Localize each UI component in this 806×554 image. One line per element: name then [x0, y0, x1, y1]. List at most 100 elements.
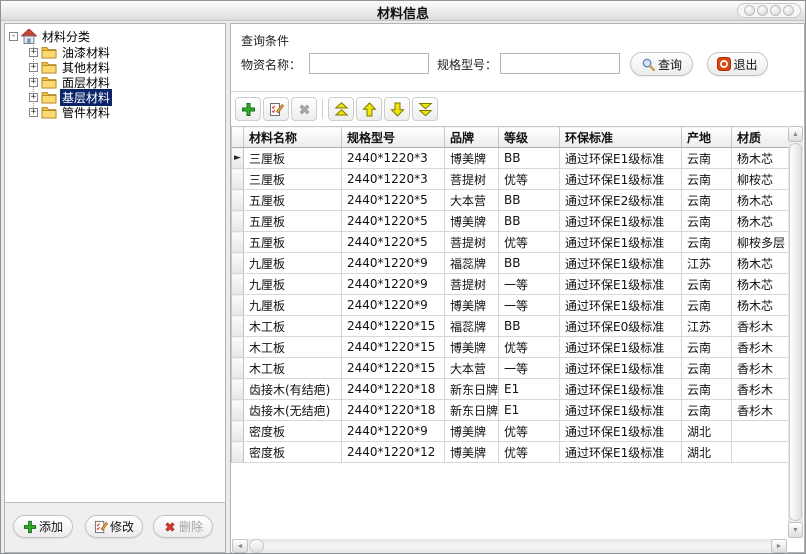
delete-button[interactable]: 删除 — [153, 515, 213, 538]
table-cell: 通过环保E1级标准 — [560, 442, 682, 463]
column-header[interactable]: 环保标准 — [560, 127, 682, 148]
table-cell: BB — [499, 211, 560, 232]
toolbar-last-button[interactable] — [412, 97, 438, 121]
table-row[interactable]: ►三厘板2440*1220*3博美牌BB通过环保E1级标准云南杨木芯 — [232, 148, 792, 169]
table-row[interactable]: 三厘板2440*1220*3菩提树优等通过环保E1级标准云南柳桉芯 — [232, 169, 792, 190]
column-header[interactable]: 材料名称 — [244, 127, 342, 148]
table-cell: 通过环保E1级标准 — [560, 400, 682, 421]
table-cell: 三厘板 — [244, 169, 342, 190]
table-cell: 通过环保E0级标准 — [560, 316, 682, 337]
table-row[interactable]: 九厘板2440*1220*9菩提树一等通过环保E1级标准云南杨木芯 — [232, 274, 792, 295]
scroll-right-button[interactable]: ► — [771, 539, 787, 553]
tree-item[interactable]: +油漆材料 — [29, 45, 223, 60]
column-header[interactable]: 品牌 — [445, 127, 499, 148]
folder-icon — [41, 76, 57, 89]
table-row[interactable]: 齿接木(无结疤)2440*1220*18新东日牌E1通过环保E1级标准云南香杉木 — [232, 400, 792, 421]
table-cell — [732, 442, 792, 463]
toolbar-up-button[interactable] — [356, 97, 382, 121]
column-header[interactable]: 规格型号 — [342, 127, 445, 148]
expand-icon[interactable]: + — [29, 93, 38, 102]
expand-icon[interactable]: + — [29, 63, 38, 72]
table-cell: 博美牌 — [445, 148, 499, 169]
table-cell: 香杉木 — [732, 316, 792, 337]
exit-button-label: 退出 — [733, 56, 757, 73]
expand-icon[interactable]: + — [29, 48, 38, 57]
table-cell: 云南 — [682, 295, 732, 316]
table-cell: 优等 — [499, 421, 560, 442]
tree-item[interactable]: +其他材料 — [29, 60, 223, 75]
selector-column-header — [232, 127, 244, 148]
spec-model-input[interactable] — [500, 53, 620, 74]
materials-table-body: ►三厘板2440*1220*3博美牌BB通过环保E1级标准云南杨木芯三厘板244… — [232, 148, 792, 463]
tree-root-item[interactable]: - 材料分类 — [9, 28, 223, 44]
column-header[interactable]: 材质 — [732, 127, 792, 148]
table-cell: 杨木芯 — [732, 190, 792, 211]
scroll-left-button[interactable]: ◄ — [232, 539, 248, 553]
search-button[interactable]: 查询 — [630, 52, 693, 76]
expand-icon[interactable]: + — [29, 108, 38, 117]
table-row[interactable]: 木工板2440*1220*15福蕊牌BB通过环保E0级标准江苏香杉木 — [232, 316, 792, 337]
toolbar-first-button[interactable] — [328, 97, 354, 121]
pencil-note-icon — [94, 520, 108, 534]
table-cell: BB — [499, 316, 560, 337]
vertical-scrollbar[interactable]: ▲ ▼ — [788, 126, 803, 538]
table-cell: 五厘板 — [244, 232, 342, 253]
window-control-button[interactable] — [783, 5, 794, 16]
window-control-button[interactable] — [744, 5, 755, 16]
left-triangle-icon: ◄ — [237, 543, 244, 550]
table-row[interactable]: 九厘板2440*1220*9福蕊牌BB通过环保E1级标准江苏杨木芯 — [232, 253, 792, 274]
toolbar-delete-button[interactable] — [291, 97, 317, 121]
table-cell: 优等 — [499, 169, 560, 190]
table-row[interactable]: 木工板2440*1220*15大本营一等通过环保E1级标准云南香杉木 — [232, 358, 792, 379]
table-cell: 大本营 — [445, 358, 499, 379]
tree-item[interactable]: +基层材料 — [29, 90, 223, 105]
table-cell: 菩提树 — [445, 169, 499, 190]
table-row[interactable]: 五厘板2440*1220*5博美牌BB通过环保E1级标准云南杨木芯 — [232, 211, 792, 232]
expand-icon[interactable]: + — [29, 78, 38, 87]
table-cell: 大本营 — [445, 190, 499, 211]
window-control-button[interactable] — [757, 5, 768, 16]
toolbar-down-button[interactable] — [384, 97, 410, 121]
table-row[interactable]: 密度板2440*1220*12博美牌优等通过环保E1级标准湖北 — [232, 442, 792, 463]
table-cell: 新东日牌 — [445, 400, 499, 421]
toolbar-edit-button[interactable] — [263, 97, 289, 121]
table-cell: 通过环保E1级标准 — [560, 232, 682, 253]
table-row[interactable]: 五厘板2440*1220*5菩提树优等通过环保E1级标准云南柳桉多层 — [232, 232, 792, 253]
table-row[interactable]: 九厘板2440*1220*9博美牌一等通过环保E1级标准云南杨木芯 — [232, 295, 792, 316]
toolbar-add-button[interactable] — [235, 97, 261, 121]
table-cell: 博美牌 — [445, 442, 499, 463]
column-header[interactable]: 产地 — [682, 127, 732, 148]
footer-button-bar: 添加 修改 删除 — [5, 502, 225, 552]
table-row[interactable]: 密度板2440*1220*9博美牌优等通过环保E1级标准湖北 — [232, 421, 792, 442]
table-cell: 优等 — [499, 337, 560, 358]
modify-button[interactable]: 修改 — [85, 515, 143, 538]
table-cell: 江苏 — [682, 253, 732, 274]
scroll-up-button[interactable]: ▲ — [788, 126, 803, 142]
down-triangle-icon: ▼ — [792, 527, 799, 534]
tree-item[interactable]: +管件材料 — [29, 105, 223, 120]
vertical-scroll-thumb[interactable] — [789, 143, 802, 521]
horizontal-scrollbar[interactable]: ◄ ► — [232, 539, 787, 553]
scroll-down-button[interactable]: ▼ — [788, 522, 803, 538]
table-row[interactable]: 木工板2440*1220*15博美牌优等通过环保E1级标准云南香杉木 — [232, 337, 792, 358]
table-cell: 一等 — [499, 295, 560, 316]
tree-item[interactable]: +面层材料 — [29, 75, 223, 90]
horizontal-scroll-thumb[interactable] — [249, 539, 264, 553]
exit-button[interactable]: 退出 — [707, 52, 768, 76]
column-header[interactable]: 等级 — [499, 127, 560, 148]
table-row[interactable]: 五厘板2440*1220*5大本营BB通过环保E2级标准云南杨木芯 — [232, 190, 792, 211]
table-cell: 九厘板 — [244, 295, 342, 316]
row-selector — [232, 169, 244, 190]
material-name-input[interactable] — [309, 53, 429, 74]
add-button[interactable]: 添加 — [13, 515, 73, 538]
table-cell: 云南 — [682, 232, 732, 253]
up-icon — [362, 102, 377, 117]
table-cell: 2440*1220*5 — [342, 190, 445, 211]
table-cell: 2440*1220*9 — [342, 295, 445, 316]
collapse-icon[interactable]: - — [9, 32, 18, 41]
row-selector — [232, 232, 244, 253]
table-cell: 香杉木 — [732, 400, 792, 421]
window-control-button[interactable] — [770, 5, 781, 16]
table-cell: 2440*1220*15 — [342, 337, 445, 358]
table-row[interactable]: 齿接木(有结疤)2440*1220*18新东日牌E1通过环保E1级标准云南香杉木 — [232, 379, 792, 400]
